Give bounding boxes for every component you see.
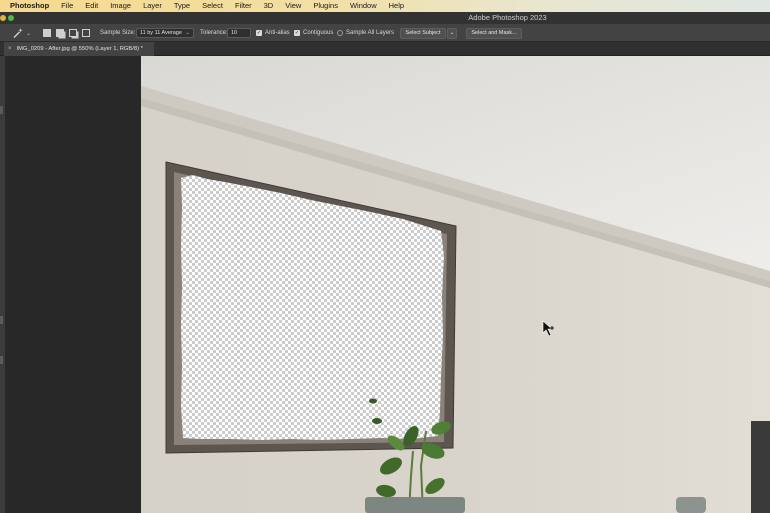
sample-size-select[interactable]: 11 by 11 Average ⌄ <box>136 28 194 38</box>
sample-size-value: 11 by 11 Average <box>140 30 182 36</box>
select-subject-options-button[interactable]: ⌄ <box>447 27 457 39</box>
chevron-down-icon: ⌄ <box>449 30 455 36</box>
chair-back <box>676 497 706 513</box>
document-canvas[interactable] <box>141 56 770 513</box>
menu-file[interactable]: File <box>55 0 79 12</box>
contiguous-checkbox[interactable]: ✓ <box>294 30 300 36</box>
chevron-down-icon: ⌄ <box>185 30 190 36</box>
pasteboard <box>5 56 141 513</box>
title-bar: Adobe Photoshop 2023 <box>0 12 770 24</box>
tolerance-label: Tolerance: <box>200 30 228 36</box>
menu-type[interactable]: Type <box>168 0 196 12</box>
menu-select[interactable]: Select <box>196 0 229 12</box>
menu-3d[interactable]: 3D <box>258 0 280 12</box>
menu-app-photoshop[interactable]: Photoshop <box>10 0 55 12</box>
select-subject-button[interactable]: Select Subject <box>400 27 446 39</box>
anti-alias-label: Anti-alias <box>265 30 290 36</box>
magic-wand-icon <box>13 28 23 38</box>
cabinet-edge <box>751 421 770 513</box>
options-bar: ⌄ Sample Size: 11 by 11 Average ⌄ Tolera… <box>0 24 770 42</box>
chevron-down-icon[interactable]: ⌄ <box>26 24 31 42</box>
menu-filter[interactable]: Filter <box>229 0 258 12</box>
menu-bar: Photoshop File Edit Image Layer Type Sel… <box>0 0 770 12</box>
subtract-from-selection-icon[interactable] <box>69 29 77 37</box>
tolerance-input[interactable]: 10 <box>227 28 251 38</box>
menu-layer[interactable]: Layer <box>137 0 168 12</box>
close-icon[interactable]: × <box>8 46 12 52</box>
tool-slot[interactable] <box>0 356 3 364</box>
menu-image[interactable]: Image <box>104 0 137 12</box>
document-tab-bar: × IMG_0209 - After.jpg @ 550% (Layer 1, … <box>0 42 770 56</box>
document-tab[interactable]: × IMG_0209 - After.jpg @ 550% (Layer 1, … <box>4 42 154 56</box>
menu-window[interactable]: Window <box>344 0 383 12</box>
chair-back <box>365 497 465 513</box>
window-title: Adobe Photoshop 2023 <box>468 13 547 22</box>
tool-preset-picker[interactable] <box>12 24 24 42</box>
anti-alias-checkbox[interactable]: ✓ <box>256 30 262 36</box>
sample-all-layers-checkbox[interactable] <box>337 30 343 36</box>
photo-image <box>141 56 770 513</box>
sample-all-layers-label: Sample All Layers <box>346 30 395 36</box>
menu-help[interactable]: Help <box>383 0 410 12</box>
menu-edit[interactable]: Edit <box>79 0 104 12</box>
tool-slot[interactable] <box>0 106 3 114</box>
document-tab-title: IMG_0209 - After.jpg @ 550% (Layer 1, RG… <box>16 46 143 52</box>
add-to-selection-icon[interactable] <box>56 29 64 37</box>
new-selection-icon[interactable] <box>43 29 51 37</box>
intersect-selection-icon[interactable] <box>82 29 90 37</box>
contiguous-label: Contiguous <box>303 30 334 36</box>
menu-plugins[interactable]: Plugins <box>307 0 344 12</box>
tool-slot[interactable] <box>0 316 3 324</box>
select-and-mask-button[interactable]: Select and Mask... <box>466 27 522 39</box>
menu-view[interactable]: View <box>279 0 307 12</box>
sample-size-label: Sample Size: <box>100 30 136 36</box>
